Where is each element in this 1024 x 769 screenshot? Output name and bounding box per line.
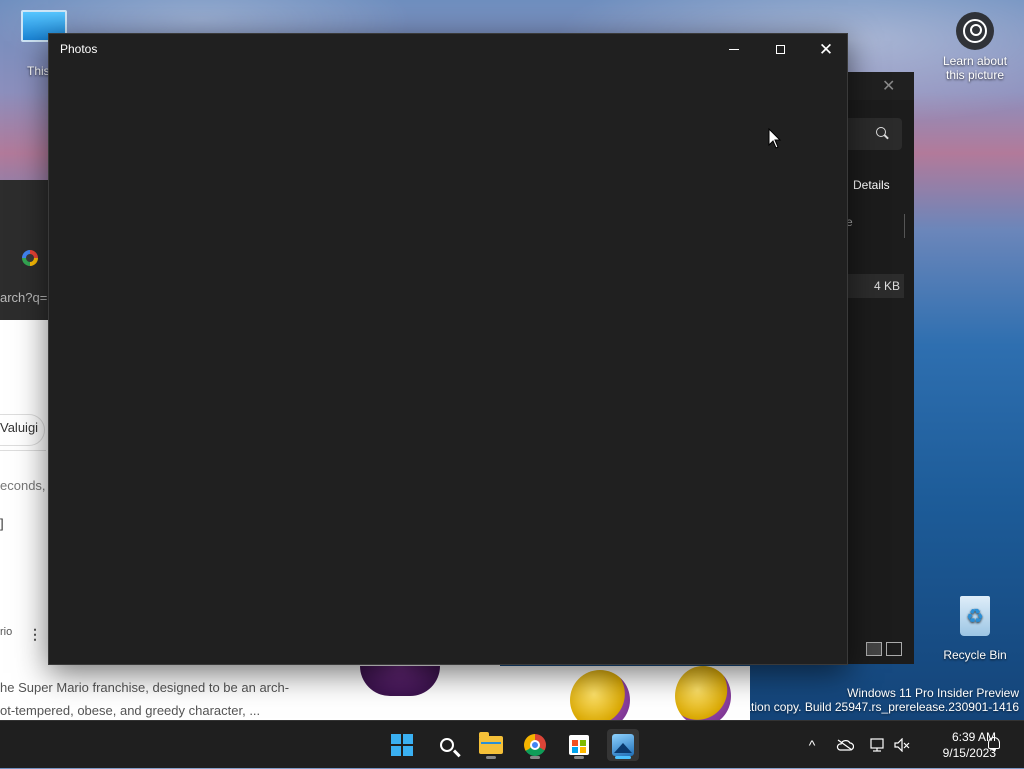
- photos-window-title: Photos: [60, 42, 98, 56]
- close-icon: ✕: [818, 39, 834, 59]
- watermark-line2: uation copy. Build 25947.rs_prerelease.2…: [737, 700, 1019, 714]
- clock-date: 9/15/2023: [942, 746, 996, 760]
- learn-about-picture-icon[interactable]: Learn about this picture: [936, 12, 1014, 82]
- learn-label-line1: Learn about: [942, 54, 1008, 68]
- recycle-bin-label: Recycle Bin: [943, 648, 1007, 662]
- explorer-titlebar: ✕: [846, 72, 914, 100]
- minimize-button[interactable]: [711, 34, 757, 64]
- google-icon[interactable]: [22, 250, 38, 266]
- tiles-view-icon[interactable]: [886, 642, 902, 656]
- explorer-close-icon[interactable]: ✕: [882, 76, 895, 96]
- onedrive-tray-button[interactable]: [834, 721, 856, 769]
- active-indicator: [615, 756, 631, 759]
- taskbar: ^ 6:39 AM 9/15/2023: [0, 720, 1024, 768]
- clock-time: 6:39 AM: [951, 730, 996, 744]
- wario-image-strip: [500, 666, 750, 720]
- explorer-view-buttons: [866, 642, 906, 659]
- explorer-search-box[interactable]: [846, 118, 902, 150]
- photos-icon: [612, 734, 634, 756]
- windows-watermark: Windows 11 Pro Insider Preview uation co…: [738, 686, 1019, 714]
- notification-bell-icon[interactable]: [988, 737, 1000, 751]
- volume-muted-icon: [894, 738, 910, 752]
- source-fragment: rio: [0, 626, 13, 638]
- chip-text: Valuigi: [0, 420, 39, 435]
- details-view-icon[interactable]: [866, 642, 882, 656]
- close-button[interactable]: ✕: [803, 34, 849, 64]
- start-button[interactable]: [386, 729, 418, 761]
- explorer-file-row[interactable]: 4 KB: [846, 274, 904, 298]
- volume-tray-button[interactable]: [892, 721, 912, 769]
- photos-window[interactable]: Photos ✕: [48, 33, 848, 665]
- file-size: 4 KB: [873, 279, 900, 293]
- result-snippet-line2: ot-tempered, obese, and greedy character…: [0, 703, 261, 718]
- chrome-address-fragment[interactable]: arch?q=: [0, 290, 47, 305]
- windows-logo-icon: [391, 734, 413, 756]
- recycle-bin-desktop-icon[interactable]: Recycle Bin: [938, 596, 1012, 662]
- wario-image: [570, 670, 630, 720]
- running-indicator: [530, 756, 540, 759]
- recycle-bin-icon: [960, 596, 990, 636]
- column-divider[interactable]: [904, 214, 905, 238]
- folder-icon: [479, 732, 503, 754]
- explorer-details-button[interactable]: Details: [853, 178, 890, 192]
- bracket-fragment: ]: [0, 516, 4, 531]
- result-snippet-line1: he Super Mario franchise, designed to be…: [0, 680, 290, 695]
- store-icon: [569, 735, 589, 755]
- maximize-button[interactable]: [757, 34, 803, 64]
- network-tray-button[interactable]: [866, 721, 888, 769]
- file-explorer-window-background[interactable]: ✕ Details e 4 KB: [846, 72, 914, 664]
- running-indicator: [486, 756, 496, 759]
- photos-taskbar-button[interactable]: [607, 729, 639, 761]
- chrome-taskbar-button[interactable]: [519, 729, 551, 761]
- maximize-icon: [775, 44, 785, 54]
- minimize-icon: [729, 48, 739, 50]
- chrome-icon: [524, 734, 546, 756]
- search-icon: [876, 127, 886, 137]
- store-taskbar-button[interactable]: [563, 729, 595, 761]
- learn-label-line2: this picture: [945, 68, 1005, 82]
- more-options-icon[interactable]: ⋮: [28, 626, 42, 643]
- taskbar-search-button[interactable]: [431, 729, 463, 761]
- file-explorer-taskbar-button[interactable]: [475, 729, 507, 761]
- chevron-up-icon: ^: [808, 737, 816, 753]
- taskbar-clock[interactable]: 6:39 AM 9/15/2023: [918, 729, 996, 761]
- cloud-off-icon: [836, 739, 854, 751]
- search-icon: [440, 738, 454, 752]
- network-icon: [870, 738, 884, 752]
- show-hidden-icons-button[interactable]: ^: [802, 721, 822, 769]
- camera-info-icon: [956, 12, 994, 50]
- watermark-line1: Windows 11 Pro Insider Preview: [847, 686, 1019, 700]
- result-stats-fragment: econds,: [0, 478, 46, 493]
- running-indicator: [574, 756, 584, 759]
- wario-image-2: [675, 666, 731, 720]
- divider: [0, 450, 46, 451]
